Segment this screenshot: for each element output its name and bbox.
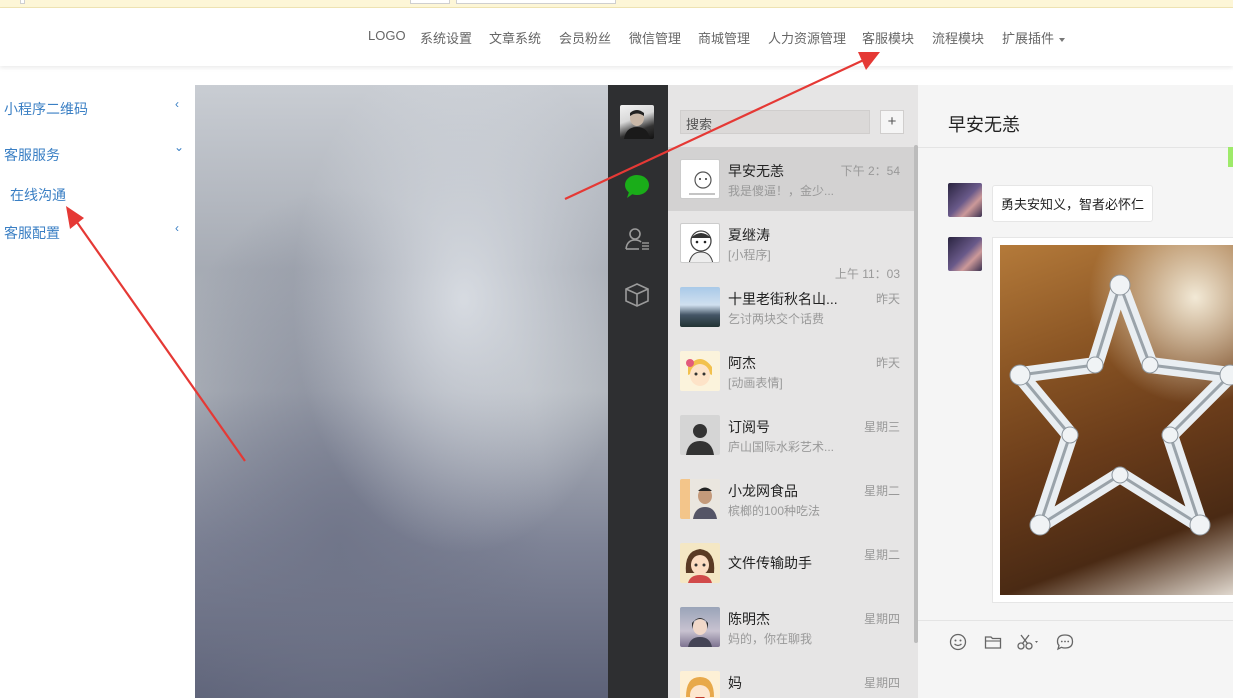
jewelry-photo xyxy=(1000,245,1233,595)
avatar xyxy=(680,543,720,583)
top-strip-button[interactable] xyxy=(410,0,450,4)
folder-icon[interactable] xyxy=(984,633,1002,651)
top-strip xyxy=(0,0,1233,8)
conversation-name: 妈 xyxy=(728,675,742,691)
sidebar-item-miniprogram-qrcode[interactable]: 小程序二维码 xyxy=(4,99,88,119)
conversation-time: 下午 2：54 xyxy=(840,164,900,178)
scissors-icon[interactable] xyxy=(1016,633,1042,651)
chevron-down-icon: ⌄ xyxy=(174,140,185,154)
favorites-box-icon[interactable] xyxy=(624,282,650,308)
conversation-preview: 妈的，你在聊我 xyxy=(728,632,813,646)
nav-hr-management[interactable]: 人力资源管理 xyxy=(768,28,846,47)
divider xyxy=(918,147,1233,148)
top-strip-field[interactable] xyxy=(456,0,616,4)
search-input[interactable]: 搜索 xyxy=(680,110,870,134)
conversation-item[interactable]: 订阅号 庐山国际水彩艺术... 星期三 xyxy=(668,403,914,467)
conversation-name: 阿杰 xyxy=(728,355,756,371)
user-avatar[interactable] xyxy=(620,105,654,139)
conversation-time: 昨天 xyxy=(875,292,900,306)
conversation-preview: 庐山国际水彩艺术... xyxy=(728,440,835,454)
contacts-icon[interactable] xyxy=(624,226,650,252)
conversation-name: 早安无恙 xyxy=(728,163,784,179)
conversation-time: 星期二 xyxy=(863,548,900,562)
conversation-preview: 我是傻逼！，金少... xyxy=(728,184,835,198)
conversation-time: 星期四 xyxy=(863,612,900,626)
top-navbar: LOGO 系统设置 文章系统 会员粉丝 微信管理 商城管理 人力资源管理 客服模… xyxy=(0,8,1233,66)
sidebar-item-service-config[interactable]: 客服配置 xyxy=(4,223,60,243)
avatar xyxy=(680,351,720,391)
add-chat-button[interactable]: + xyxy=(880,110,904,134)
avatar xyxy=(680,223,720,263)
nav-workflow[interactable]: 流程模块 xyxy=(932,28,984,47)
avatar xyxy=(680,159,720,199)
top-strip-edge xyxy=(20,0,25,4)
conversation-item[interactable]: 早安无恙 我是傻逼！，金少... 下午 2：54 xyxy=(668,147,914,211)
blurred-background-image xyxy=(195,85,608,698)
conversation-preview: 乞讨两块交个话费 xyxy=(728,312,825,326)
conversation-name: 文件传输助手 xyxy=(728,555,812,571)
conversation-item[interactable]: 小龙网食品 槟榔的100种吃法 星期二 xyxy=(668,467,914,531)
conversation-item[interactable]: 十里老街秋名山... 乞讨两块交个话费 昨天 xyxy=(668,275,914,339)
conversation-list-panel: 搜索 + 早安无恙 我是傻逼！，金少... 下午 2：54 夏继涛 [小程序] … xyxy=(668,85,918,698)
conversation-time: 昨天 xyxy=(875,356,900,370)
conversation-name: 小龙网食品 xyxy=(728,483,798,499)
avatar xyxy=(680,479,720,519)
conversation-item[interactable]: 夏继涛 [小程序] 上午 11：03 xyxy=(668,211,914,281)
nav-system-settings[interactable]: 系统设置 xyxy=(420,28,472,47)
avatar xyxy=(680,415,720,455)
conversation-time: 星期二 xyxy=(863,484,900,498)
chat-panel: 早安无恙 勇夫安知义，智者必怀仁 xyxy=(918,85,1233,698)
conversation-time: 星期三 xyxy=(863,420,900,434)
conversation-item[interactable]: 文件传输助手 星期二 xyxy=(668,531,914,595)
avatar xyxy=(680,671,720,698)
conversation-name: 订阅号 xyxy=(728,419,770,435)
nav-customer-service[interactable]: 客服模块 xyxy=(862,28,914,47)
conversation-item[interactable]: 阿杰 [动画表情] 昨天 xyxy=(668,339,914,403)
chevron-left-icon: ‹ xyxy=(175,97,179,111)
avatar xyxy=(680,287,720,327)
nav-members-fans[interactable]: 会员粉丝 xyxy=(559,28,611,47)
avatar xyxy=(680,607,720,647)
annotation-arrowhead xyxy=(66,206,84,229)
sidebar-item-online-chat[interactable]: 在线沟通 xyxy=(10,185,66,205)
image-message[interactable] xyxy=(992,237,1233,603)
sender-avatar[interactable] xyxy=(948,237,982,271)
conversation-preview: [动画表情] xyxy=(728,376,783,390)
text-message-bubble[interactable]: 勇夫安知义，智者必怀仁 xyxy=(992,185,1154,222)
chevron-left-icon: ‹ xyxy=(175,221,179,235)
sender-avatar[interactable] xyxy=(948,183,982,217)
chat-icon[interactable] xyxy=(624,173,650,199)
emoji-icon[interactable] xyxy=(949,633,967,651)
nav-wechat-management[interactable]: 微信管理 xyxy=(629,28,681,47)
conversation-name: 夏继涛 xyxy=(728,227,770,243)
nav-extensions-label: 扩展插件 xyxy=(1002,31,1055,46)
chat-bubble-icon[interactable] xyxy=(1056,633,1074,651)
nav-logo[interactable]: LOGO xyxy=(368,28,406,43)
conversation-item[interactable]: 陈明杰 妈的，你在聊我 星期四 xyxy=(668,595,914,659)
conversation-name: 十里老街秋名山... xyxy=(728,291,838,307)
nav-extensions-dropdown[interactable]: 扩展插件 xyxy=(1002,28,1066,47)
divider xyxy=(918,620,1233,621)
conversation-name: 陈明杰 xyxy=(728,611,770,627)
nav-mall-management[interactable]: 商城管理 xyxy=(698,28,750,47)
conversation-item[interactable]: 妈 星期四 xyxy=(668,659,914,698)
caret-down-icon xyxy=(1059,37,1066,42)
unread-indicator xyxy=(1228,147,1233,167)
conversation-preview: [小程序] xyxy=(728,248,771,262)
conversation-time: 星期四 xyxy=(863,676,900,690)
sidebar-item-customer-service[interactable]: 客服服务 xyxy=(4,145,60,165)
conversation-preview: 槟榔的100种吃法 xyxy=(728,504,821,518)
nav-article-system[interactable]: 文章系统 xyxy=(489,28,541,47)
wechat-icon-bar xyxy=(608,85,668,698)
chat-title: 早安无恙 xyxy=(948,115,1020,135)
